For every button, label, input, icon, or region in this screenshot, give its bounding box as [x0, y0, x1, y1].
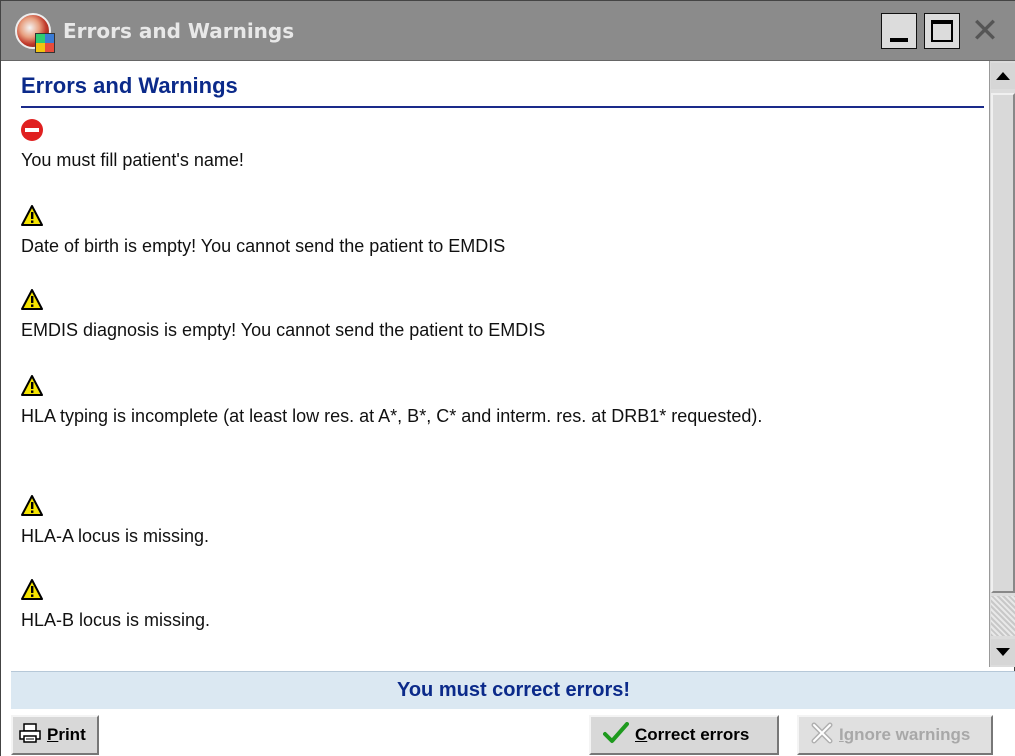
ignore-label: gnore warnings [843, 725, 971, 744]
window-title: Errors and Warnings [63, 19, 295, 43]
minimize-button[interactable] [881, 13, 917, 49]
status-bar: You must correct errors! [11, 671, 1015, 709]
message-item: EMDIS diagnosis is empty! You cannot sen… [21, 289, 981, 343]
vertical-scrollbar[interactable] [989, 61, 1015, 667]
messages-panel: Errors and Warnings You must fill patien… [11, 61, 989, 667]
status-text: You must correct errors! [396, 679, 631, 701]
ignore-icon [811, 722, 833, 749]
checkmark-icon [603, 721, 629, 749]
message-text: Date of birth is empty! You cannot send … [21, 236, 506, 256]
message-item: Date of birth is empty! You cannot send … [21, 205, 981, 259]
correct-label: orrect errors [647, 725, 750, 744]
warning-icon [21, 205, 43, 227]
correct-mnemonic: C [635, 725, 648, 744]
warning-icon [21, 375, 43, 397]
close-icon: ✕ [970, 11, 1000, 51]
correct-errors-button[interactable]: Correct errors [589, 715, 779, 755]
message-text: HLA-A locus is missing. [21, 526, 210, 546]
print-label: rint [58, 725, 86, 744]
close-button[interactable]: ✕ [967, 13, 1003, 49]
maximize-button[interactable] [924, 13, 960, 49]
maximize-icon [931, 20, 953, 42]
warning-icon [21, 495, 43, 517]
warning-icon [21, 579, 43, 601]
scroll-thumb[interactable] [991, 93, 1015, 593]
arrow-up-icon [996, 72, 1010, 80]
error-icon [21, 119, 43, 141]
message-item: You must fill patient's name! [21, 119, 981, 173]
print-button[interactable]: Print [11, 715, 99, 755]
ignore-warnings-button[interactable]: Ignore warnings [797, 715, 993, 755]
button-bar: Print Correct errors Ignore warnings [1, 709, 1015, 756]
message-text: You must fill patient's name! [21, 150, 244, 170]
printer-icon [19, 722, 41, 748]
title-bar[interactable]: Errors and Warnings ✕ [1, 1, 1015, 61]
message-item: HLA typing is incomplete (at least low r… [21, 375, 981, 429]
app-icon[interactable] [15, 13, 55, 53]
arrow-down-icon [996, 648, 1010, 656]
message-text: EMDIS diagnosis is empty! You cannot sen… [21, 320, 546, 340]
message-text: HLA-B locus is missing. [21, 610, 211, 630]
page-title: Errors and Warnings [21, 73, 238, 98]
scroll-up-button[interactable] [991, 63, 1015, 89]
warning-icon [21, 289, 43, 311]
errors-warnings-window: Errors and Warnings ✕ Errors and Warning… [0, 0, 1015, 756]
message-item: HLA-A locus is missing. [21, 495, 981, 549]
message-text: HLA typing is incomplete (at least low r… [21, 406, 763, 426]
scroll-down-button[interactable] [991, 639, 1015, 665]
heading-divider [21, 106, 984, 108]
scroll-track[interactable] [991, 596, 1015, 636]
minimize-icon [890, 38, 908, 42]
print-mnemonic: P [47, 725, 59, 744]
message-item: HLA-B locus is missing. [21, 579, 981, 633]
